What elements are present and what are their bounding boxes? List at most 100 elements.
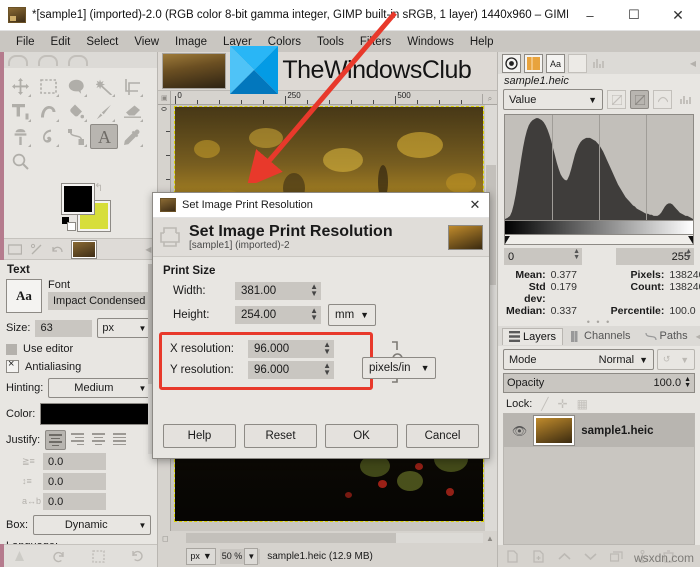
collapse-icon[interactable]: ◀ [696,332,700,341]
eraser-tool-icon[interactable] [118,99,146,124]
lower-layer-icon[interactable] [584,551,597,562]
save-options-icon[interactable] [13,550,26,563]
tab-tool-options-icon[interactable] [502,53,521,73]
histogram-range-low[interactable]: 0 ▲ ▼ [504,248,582,265]
tab-paths[interactable]: Paths [639,328,694,344]
height-stepper[interactable]: ▲ ▼ [310,307,318,322]
rect-select-tool-icon[interactable] [34,74,62,99]
cancel-button[interactable]: Cancel [406,424,479,448]
scroll-left-icon[interactable]: ◻ [158,534,172,543]
menu-image[interactable]: Image [167,34,215,50]
lock-pixels-icon[interactable]: ╱ [541,397,548,411]
opacity-stepper[interactable]: ▲ ▼ [684,376,691,389]
font-value[interactable]: Impact Condensed [48,292,152,310]
ok-button[interactable]: OK [325,424,398,448]
size-unit-select[interactable]: mm ▼ [328,304,377,326]
x-resolution-stepper[interactable]: ▲ ▼ [323,341,331,356]
tab-histogram-icon[interactable] [524,53,543,73]
size-input[interactable]: 63 [35,319,93,337]
range-high-stepper[interactable]: ▲ ▼ [685,248,692,261]
color-picker-tool-icon[interactable] [118,124,146,149]
histogram-channel-select[interactable]: Value ▼ [503,89,603,110]
layer-row[interactable]: 👁 sample1.heic [504,414,694,447]
pattern-icon[interactable] [30,243,43,256]
resolution-unit-select[interactable]: pixels/in ▼ [362,357,437,379]
zoom-chevron-down-icon[interactable]: ▼ [244,547,259,565]
dock-separator-handle[interactable]: • • • [498,318,700,327]
ruler-origin-icon[interactable]: ▣ [158,91,172,104]
warp-tool-icon[interactable] [34,99,62,124]
new-layer-icon[interactable] [506,549,519,563]
width-stepper[interactable]: ▲ ▼ [310,283,318,298]
bucket-fill-tool-icon[interactable] [62,99,90,124]
navigate-icon[interactable]: ▲ [483,534,497,543]
gradient-undo-icon[interactable] [51,243,64,256]
tab-extra-icon[interactable] [590,55,607,72]
canvas-horizontal-scrollbar[interactable] [186,533,483,543]
tab-pointer-icon[interactable]: Aa [546,53,565,73]
justify-center-button[interactable] [89,430,108,448]
move-tool-icon[interactable] [6,74,34,99]
image-tab-thumbnail[interactable] [162,53,227,89]
height-input[interactable]: 254.00 ▲ ▼ [235,306,321,324]
histogram-range-high[interactable]: 255 ▲ ▼ [616,248,694,265]
menu-file[interactable]: File [8,34,43,50]
reset-options-icon[interactable] [131,550,144,563]
toolbox-tab-icon-3[interactable] [68,54,88,66]
size-unit-select[interactable]: px ▼ [97,318,152,338]
crop-tool-icon[interactable] [118,74,146,99]
duplicate-layer-icon[interactable] [610,550,623,562]
image-thumbnail[interactable] [71,239,97,259]
tab-channels[interactable]: Channels [565,328,636,344]
restore-options-icon[interactable] [52,550,65,563]
maximize-button[interactable]: ☐ [612,0,656,30]
raise-layer-icon[interactable] [558,551,571,562]
antialiasing-checkbox[interactable] [6,358,19,373]
channel-toggle-button[interactable] [653,90,672,109]
reset-button[interactable]: Reset [244,424,317,448]
y-resolution-input[interactable]: 96.000 ▲ ▼ [248,361,334,379]
fuzzy-select-tool-icon[interactable] [90,74,118,99]
x-resolution-input[interactable]: 96.000 ▲ ▼ [248,340,334,358]
smudge-tool-icon[interactable] [34,124,62,149]
tab-layers[interactable]: Layers [502,327,564,345]
layer-list[interactable]: 👁 sample1.heic [503,413,695,545]
width-input[interactable]: 381.00 ▲ ▼ [235,282,321,300]
linear-view-button[interactable] [607,90,626,109]
layer-mode-select[interactable]: Mode Normal ▼ [503,349,654,370]
dialog-close-button[interactable]: ✕ [461,197,489,213]
collapse-icon[interactable]: ◀ [690,59,696,68]
hinting-select[interactable]: Medium ▼ [48,378,152,398]
minimize-button[interactable]: – [568,0,612,30]
status-unit-select[interactable]: px ▼ [186,547,216,565]
box-select[interactable]: Dynamic ▼ [33,515,152,535]
justify-left-button[interactable] [45,430,67,450]
tab-document-icon[interactable] [568,53,587,73]
text-tool-icon[interactable]: A [90,124,118,149]
toolbox-tab-icon[interactable] [8,54,28,66]
unified-transform-tool-icon[interactable] [6,99,34,124]
use-editor-checkbox-row[interactable]: Use editor [6,343,151,355]
menu-select[interactable]: Select [78,34,126,50]
brush-icon[interactable] [8,243,22,256]
menu-view[interactable]: View [126,34,167,50]
lock-alpha-icon[interactable]: ▦ [577,397,588,411]
close-button[interactable]: ✕ [656,0,700,30]
use-editor-checkbox[interactable] [6,343,17,355]
menu-edit[interactable]: Edit [43,34,79,50]
new-layer-group-icon[interactable] [532,549,545,563]
zoom-follow-icon[interactable]: ⌕ [482,94,497,104]
histogram-range-markers[interactable] [504,235,694,245]
swap-colors-icon[interactable]: ↰ [94,181,103,194]
default-colors-icon[interactable] [62,217,76,231]
collapse-icon[interactable]: ◀ [145,245,151,254]
clone-tool-icon[interactable] [6,124,34,149]
delete-options-icon[interactable] [92,549,105,563]
justify-right-button[interactable] [68,430,87,448]
layer-mode-reset-button[interactable]: ↺ ▼ [657,349,695,370]
antialiasing-checkbox-row[interactable]: Antialiasing [6,358,151,373]
free-select-tool-icon[interactable] [62,74,90,99]
toolbox-tab-icon-2[interactable] [38,54,58,66]
indent-input[interactable]: 0.0 [43,453,106,470]
text-color-swatch[interactable] [40,403,152,425]
